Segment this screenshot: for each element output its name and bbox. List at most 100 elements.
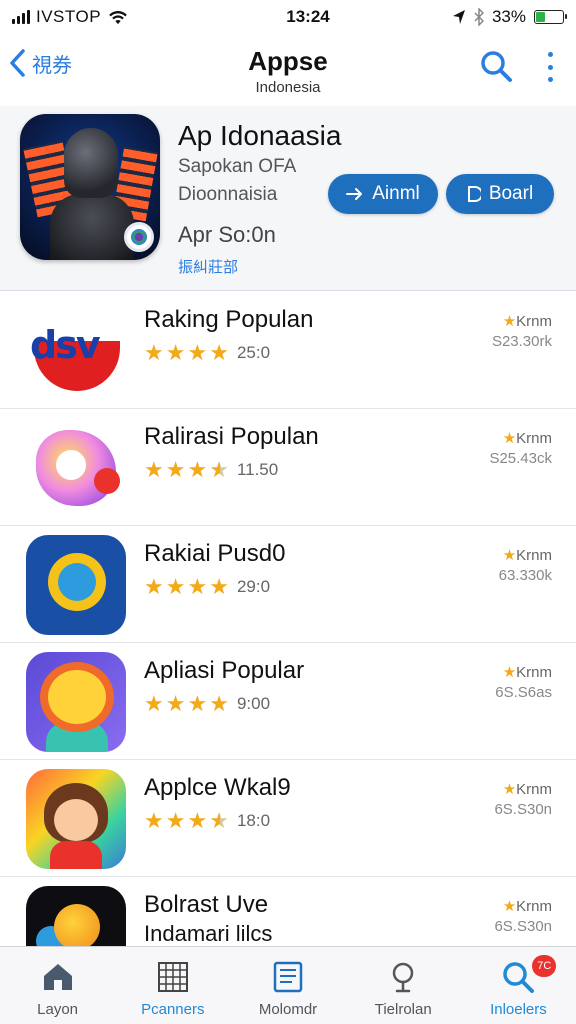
- home-icon: [43, 964, 72, 990]
- more-options-icon[interactable]: [542, 52, 558, 82]
- app-row[interactable]: Applce Wkal9 ★ ★ ★ ★ 18:0 ★Krnm 6S.S30n: [0, 760, 576, 877]
- app-name: Applce Wkal9: [144, 774, 291, 801]
- install-label: Ainml: [372, 183, 420, 204]
- star-icon: ★: [144, 808, 164, 833]
- app-meta-value: S23.30rk: [491, 333, 552, 350]
- star-icon: ★: [187, 691, 208, 716]
- battery-percent: 33%: [491, 7, 526, 26]
- star-icon: ★: [187, 808, 208, 833]
- tab-layon[interactable]: Layon: [0, 947, 115, 1024]
- featured-app-title: Ap Idonaasia: [178, 120, 342, 151]
- app-rating: ★ ★ ★ ★ 11.50: [144, 459, 278, 481]
- app-icon: [26, 418, 126, 518]
- tab-bar: Layon Pcanners Molomdr Tielrolan 7C Inlo…: [0, 946, 576, 1024]
- star-icon: ★: [165, 340, 186, 365]
- tab-label: Pcanners: [141, 1001, 205, 1018]
- rating-value: 25:0: [236, 343, 271, 362]
- tab-pcanners[interactable]: Pcanners: [115, 947, 230, 1024]
- rating-value: 9:00: [236, 694, 271, 713]
- wifi-icon: [109, 11, 127, 25]
- carrier-label: IVSTOP: [36, 7, 102, 26]
- app-meta-value: 6S.S6as: [495, 684, 552, 701]
- star-icon: ★: [187, 340, 208, 365]
- star-icon: ★: [209, 808, 229, 833]
- search-icon: [503, 962, 535, 993]
- app-rating: ★ ★ ★ ★ 29:0: [144, 576, 270, 598]
- rating-value: 11.50: [236, 460, 279, 479]
- app-icon: dsv: [26, 301, 126, 401]
- tab-inloelers[interactable]: 7C Inloelers: [461, 947, 576, 1024]
- featured-app-developer: Sapokan OFA: [178, 156, 297, 177]
- app-row[interactable]: Bolrast Uve Indamari lilcs ★Krnm 6S.S30n: [0, 877, 576, 986]
- tab-tielrolan[interactable]: Tielrolan: [346, 947, 461, 1024]
- document-icon: [467, 186, 481, 202]
- star-icon: ★: [187, 457, 208, 482]
- star-icon: ★: [187, 574, 208, 599]
- app-meta-label: Krnm: [516, 430, 552, 447]
- app-meta-label: Krnm: [516, 898, 552, 915]
- star-icon: ★: [144, 691, 164, 716]
- app-rating: ★ ★ ★ ★ 25:0: [144, 342, 270, 364]
- app-meta-value: 6S.S30n: [494, 918, 552, 935]
- app-meta-label: Krnm: [516, 313, 552, 330]
- app-icon: [26, 652, 126, 752]
- tab-label: Inloelers: [490, 1001, 547, 1018]
- star-icon: ★: [165, 808, 186, 833]
- app-icon: [26, 769, 126, 869]
- verified-badge-icon: [124, 222, 154, 252]
- status-bar: IVSTOP 13:24 33%: [0, 0, 576, 34]
- star-icon: ★: [209, 457, 229, 482]
- app-meta-value: 63.330k: [498, 567, 552, 584]
- star-icon: ★: [144, 457, 164, 482]
- app-icon: [26, 535, 126, 635]
- app-meta-label: Krnm: [516, 781, 552, 798]
- star-icon: ★: [165, 691, 186, 716]
- tab-molomdr[interactable]: Molomdr: [230, 947, 345, 1024]
- star-icon: ★: [144, 574, 164, 599]
- app-name: Bolrast Uve: [144, 891, 269, 918]
- app-name: Rakiai Pusd0: [144, 540, 286, 567]
- nav-bar: 視券 Appse Indonesia: [0, 38, 576, 102]
- app-meta: ★Krnm 63.330k: [498, 547, 552, 584]
- app-row[interactable]: Apliasi Popular ★ ★ ★ ★ 9:00 ★Krnm 6S.S6as: [0, 643, 576, 760]
- app-meta-label: Krnm: [516, 664, 552, 681]
- app-meta: ★Krnm 6S.S6as: [495, 664, 552, 701]
- app-meta-value: S25.43ck: [489, 450, 552, 467]
- featured-app-link[interactable]: 振糾莊部: [178, 256, 238, 277]
- app-row[interactable]: Ralirasi Populan ★ ★ ★ ★ 11.50 ★Krnm S25.43c…: [0, 409, 576, 526]
- app-rating: ★ ★ ★ ★ 9:00: [144, 693, 270, 715]
- battery-icon: [534, 10, 567, 24]
- star-icon: ★: [209, 574, 229, 599]
- board-button[interactable]: Boarl: [446, 174, 554, 214]
- app-name: Apliasi Popular: [144, 657, 305, 684]
- featured-app-category: Dioonnaisia: [178, 184, 278, 205]
- star-icon: ★: [209, 340, 229, 365]
- app-rating: ★ ★ ★ ★ 18:0: [144, 810, 270, 832]
- star-icon: ★: [144, 340, 164, 365]
- app-meta: ★Krnm S25.43ck: [489, 430, 552, 467]
- featured-app-info: Apr So:0n: [178, 222, 276, 247]
- star-icon: ★: [209, 691, 229, 716]
- location-icon: [392, 962, 414, 993]
- tab-label: Molomdr: [258, 1001, 318, 1018]
- app-row[interactable]: dsv Raking Populan ★ ★ ★ ★ 25:0 ★Krnm S23.30…: [0, 292, 576, 409]
- app-meta: ★Krnm 6S.S30n: [494, 898, 552, 935]
- app-meta-label: Krnm: [516, 547, 552, 564]
- app-meta-value: 6S.S30n: [494, 801, 552, 818]
- bluetooth-icon: [474, 8, 484, 26]
- board-label: Boarl: [488, 183, 534, 204]
- star-icon: ★: [165, 457, 186, 482]
- featured-app-card[interactable]: Ap Idonaasia Sapokan OFA Dioonnaisia Apr…: [0, 106, 576, 291]
- app-meta: ★Krnm S23.30rk: [491, 313, 552, 350]
- app-name: Ralirasi Populan: [144, 423, 319, 450]
- grid-icon: [157, 962, 188, 992]
- document-icon: [273, 961, 303, 993]
- app-subtitle: Indamari lilcs: [144, 921, 273, 946]
- rating-value: 18:0: [236, 811, 271, 830]
- install-button[interactable]: Ainml: [328, 174, 438, 214]
- arrow-right-icon: [346, 188, 363, 200]
- battery-fill: [536, 12, 545, 22]
- app-row[interactable]: Rakiai Pusd0 ★ ★ ★ ★ 29:0 ★Krnm 63.330k: [0, 526, 576, 643]
- app-name: Raking Populan: [144, 306, 314, 333]
- search-icon[interactable]: [478, 48, 514, 84]
